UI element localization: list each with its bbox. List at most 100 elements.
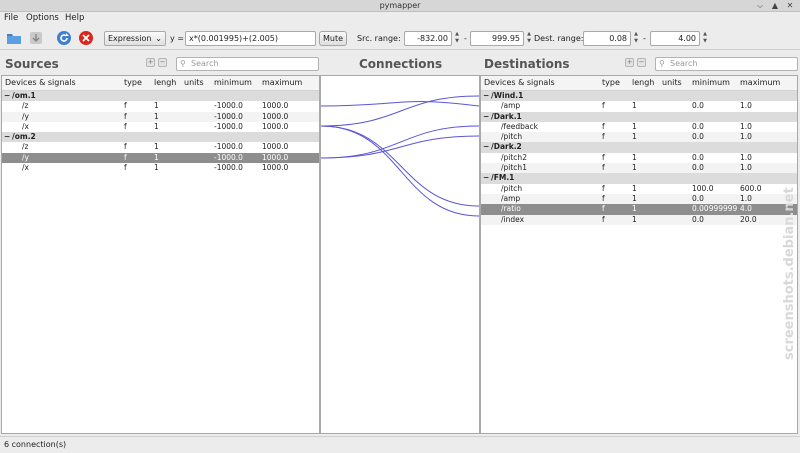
connection-line[interactable] [320,125,480,159]
signal-row[interactable]: /pitch f 1 100.0 600.0 [481,184,797,194]
col-maximum[interactable]: maximum [740,78,780,87]
signal-maximum: 1000.0 [262,101,289,111]
expression-input[interactable]: x*(0.001995)+(2.005) [185,31,316,46]
collapse-icon[interactable]: − [4,91,10,101]
col-type[interactable]: type [124,78,142,87]
device-group-row[interactable]: −/om.1 [2,91,319,102]
signal-length: 1 [632,183,637,193]
dest-collapse-all-button[interactable]: − [637,58,646,67]
signal-row[interactable]: /index f 1 0.0 20.0 [481,214,797,225]
signal-row[interactable]: /z f 1 -1000.0 1000.0 [2,101,319,111]
connection-line[interactable] [320,125,480,207]
signal-row[interactable]: /z f 1 -1000.0 1000.0 [2,142,319,152]
signal-row[interactable]: /pitch1 f 1 0.0 1.0 [481,163,797,174]
collapse-all-button[interactable]: − [158,58,167,67]
src-range-label: Src. range: [357,34,401,43]
device-group-row[interactable]: −/Wind.1 [481,91,797,102]
collapse-icon[interactable]: − [483,142,489,152]
refresh-icon [57,31,71,45]
signal-row[interactable]: /amp f 1 0.0 1.0 [481,101,797,111]
connection-line[interactable] [320,101,480,107]
signal-length: 1 [632,121,637,131]
mute-button[interactable]: Mute [319,31,347,46]
signal-minimum: -1000.0 [214,111,243,121]
connection-line[interactable] [320,125,480,217]
device-group-row[interactable]: −/FM.1 [481,173,797,184]
device-group-row[interactable]: −/Dark.1 [481,111,797,122]
signal-row[interactable]: /y f 1 -1000.0 1000.0 [2,111,319,122]
collapse-icon[interactable]: − [483,112,489,122]
collapse-icon[interactable]: − [483,173,489,183]
col-units[interactable]: units [662,78,682,87]
src-max-spinner[interactable]: ▲ ▼ [525,31,533,46]
src-min-input[interactable]: -832.00 [404,31,452,46]
col-minimum[interactable]: minimum [214,78,252,87]
signal-type: f [602,204,605,214]
src-min-spinner[interactable]: ▲ ▼ [453,31,461,46]
menu-file[interactable]: File [4,13,18,23]
sources-search-input[interactable]: ⚲ Search [176,57,319,71]
dest-expand-all-button[interactable]: + [625,58,634,67]
col-type[interactable]: type [602,78,620,87]
signal-row[interactable]: /ratio f 1 0.00999999 4.0 [481,204,797,215]
device-group-row[interactable]: −/Dark.2 [481,142,797,153]
signal-name: /z [22,101,29,111]
close-icon[interactable]: ✕ [785,1,795,11]
signal-length: 1 [632,193,637,203]
signal-name: /feedback [501,121,538,131]
device-name: /Dark.2 [491,142,522,152]
menu-options[interactable]: Options [26,13,59,23]
destinations-search-input[interactable]: ⚲ Search [655,57,798,71]
col-length[interactable]: lengh [632,78,654,87]
dest-max-spinner[interactable]: ▲ ▼ [701,31,709,46]
signal-length: 1 [154,142,159,152]
signal-row[interactable]: /x f 1 -1000.0 1000.0 [2,122,319,132]
src-max-input[interactable]: 999.95 [470,31,524,46]
col-minimum[interactable]: minimum [692,78,730,87]
watermark-text: screenshots.debian.net [782,187,797,360]
dest-min-input[interactable]: 0.08 [583,31,631,46]
col-devices[interactable]: Devices & signals [5,78,76,87]
signal-length: 1 [154,111,159,121]
connection-line[interactable] [320,135,480,159]
signal-row[interactable]: /pitch2 f 1 0.0 1.0 [481,153,797,163]
signal-row[interactable]: /x f 1 -1000.0 1000.0 [2,163,319,173]
dest-min-spinner[interactable]: ▲ ▼ [632,31,640,46]
signal-maximum: 1.0 [740,163,752,173]
destinations-tree[interactable]: Devices & signals type lengh units minim… [480,75,798,434]
collapse-icon[interactable]: − [4,132,10,142]
collapse-icon[interactable]: − [483,91,489,101]
menu-help[interactable]: Help [65,13,84,23]
col-length[interactable]: lengh [154,78,176,87]
signal-type: f [124,111,127,121]
dest-max-input[interactable]: 4.00 [650,31,700,46]
signal-name: /amp [501,101,521,111]
signal-name: /ratio [501,204,521,214]
signal-row[interactable]: /y f 1 -1000.0 1000.0 [2,152,319,164]
connections-canvas[interactable] [320,75,480,434]
signal-minimum: -1000.0 [214,121,243,131]
col-units[interactable]: units [184,78,204,87]
signal-minimum: 100.0 [692,183,714,193]
destinations-search-placeholder: Search [670,59,698,68]
open-folder-button[interactable] [6,30,22,46]
signal-row[interactable]: /amp f 1 0.0 1.0 [481,193,797,205]
device-group-row[interactable]: −/om.2 [2,132,319,143]
mode-select[interactable]: Expression ⌄ [104,31,166,46]
signal-row[interactable]: /pitch f 1 0.0 1.0 [481,132,797,143]
destinations-title: Destinations [484,57,570,71]
expand-all-button[interactable]: + [146,58,155,67]
refresh-button[interactable] [56,30,72,46]
signal-minimum: -1000.0 [214,163,243,173]
col-maximum[interactable]: maximum [262,78,302,87]
maximize-icon[interactable]: ▲ [770,1,780,11]
signal-row[interactable]: /feedback f 1 0.0 1.0 [481,122,797,132]
col-devices[interactable]: Devices & signals [484,78,555,87]
sources-tree[interactable]: Devices & signals type lengh units minim… [1,75,320,434]
minimize-icon[interactable]: ⌵ [755,1,765,11]
signal-maximum: 1.0 [740,193,752,203]
connection-line[interactable] [320,95,480,127]
stop-button[interactable] [78,30,94,46]
device-name: /om.2 [12,132,36,142]
save-button[interactable] [28,30,44,46]
